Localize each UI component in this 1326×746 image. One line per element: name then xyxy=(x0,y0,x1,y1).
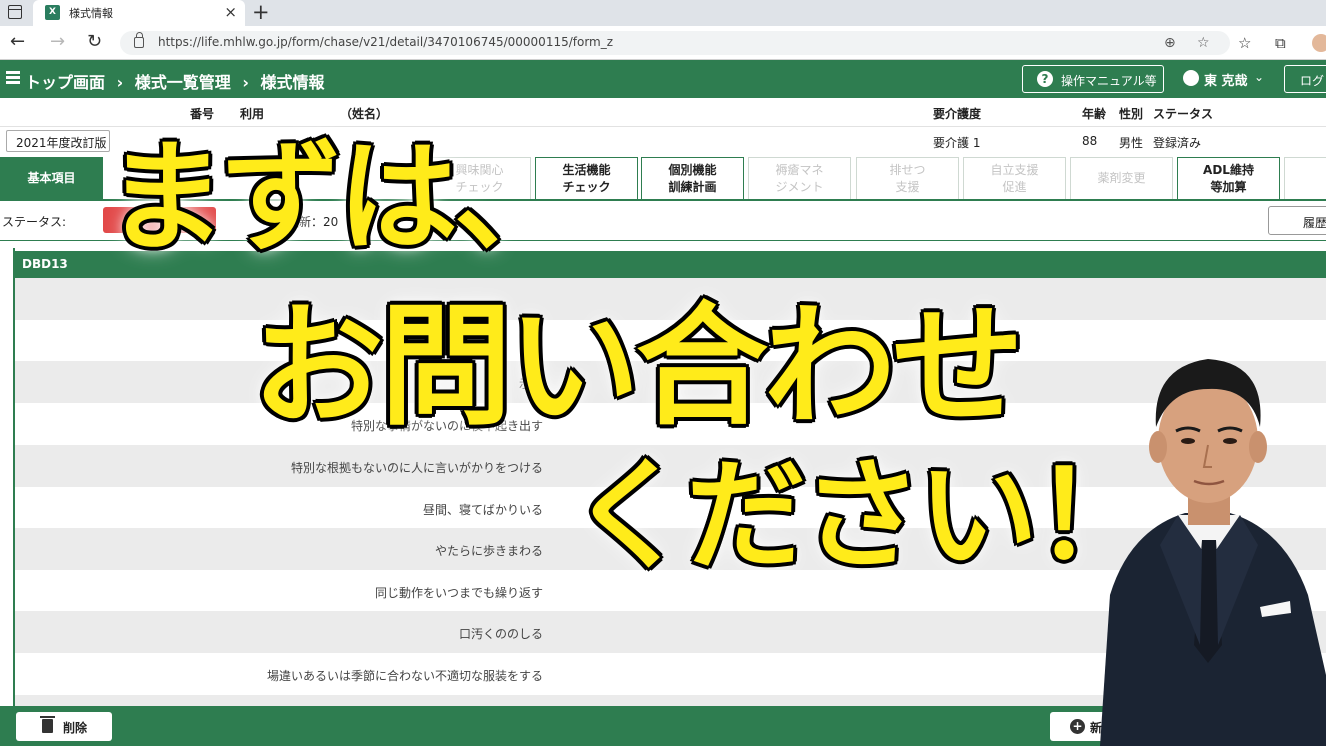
sex-label: 性別 xyxy=(1119,107,1144,121)
breadcrumb-separator-icon: › xyxy=(116,73,124,92)
status-label-header: ステータス xyxy=(1153,107,1214,121)
help-icon: ? xyxy=(1037,71,1053,87)
user-avatar-icon[interactable] xyxy=(1183,70,1199,86)
overlay-text-line-1: まずは、 xyxy=(106,129,574,268)
address-bar: ← → ↻ https://life.mhlw.go.jp/form/chase… xyxy=(0,26,1326,60)
status-value: 登録済み xyxy=(1153,136,1202,150)
tab-title: 様式情報 xyxy=(69,7,113,20)
back-icon[interactable]: ← xyxy=(10,32,25,52)
tab-independence[interactable]: 自立支援 促進 xyxy=(963,157,1066,199)
care-level-label: 要介護度 xyxy=(933,107,982,121)
delete-button-label: 削除 xyxy=(63,721,88,735)
care-level-value: 要介護 1 xyxy=(933,136,981,150)
delete-button[interactable]: 削除 xyxy=(16,712,112,741)
forward-icon[interactable]: → xyxy=(50,32,65,52)
tab-pressure-ulcer[interactable]: 褥瘡マネ ジメント xyxy=(748,157,851,199)
zoom-icon[interactable]: ⊕ xyxy=(1164,33,1176,53)
age-label: 年齢 xyxy=(1082,107,1107,121)
window-icon[interactable] xyxy=(8,5,22,19)
tab-excretion[interactable]: 排せつ 支援 xyxy=(856,157,959,199)
excel-favicon-icon: X xyxy=(45,5,60,20)
new-tab-icon[interactable]: + xyxy=(252,0,270,24)
plus-circle-icon: + xyxy=(1070,719,1085,734)
presenter-photo xyxy=(1100,359,1326,746)
tab-basic[interactable]: 基本項目 xyxy=(0,157,103,199)
breadcrumb-top[interactable]: トップ画面 xyxy=(25,73,105,92)
row-label: 口汚くののしる xyxy=(458,627,543,641)
logout-button[interactable]: ログ xyxy=(1284,65,1326,93)
sex-value: 男性 xyxy=(1119,136,1144,150)
url-text[interactable]: https://life.mhlw.go.jp/form/chase/v21/d… xyxy=(158,35,613,49)
manual-button-label: 操作マニュアル等 xyxy=(1061,74,1157,88)
row-label: 特別な根拠もないのに人に言いがかりをつける xyxy=(290,461,543,475)
row-label: 場違いあるいは季節に合わない不適切な服装をする xyxy=(266,669,543,683)
lock-icon[interactable] xyxy=(134,32,144,48)
collections-icon[interactable]: ⧉ xyxy=(1275,33,1286,53)
trash-icon xyxy=(40,716,55,733)
tab-medication-change[interactable]: 薬剤変更 xyxy=(1070,157,1173,199)
close-icon[interactable]: × xyxy=(224,3,237,21)
history-button[interactable]: 履歴 xyxy=(1268,206,1326,235)
url-input[interactable]: https://life.mhlw.go.jp/form/chase/v21/d… xyxy=(120,31,1230,55)
tab-other[interactable]: そ xyxy=(1284,157,1326,199)
browser-tab[interactable]: X 様式情報 × xyxy=(33,0,245,26)
breadcrumb-form-list[interactable]: 様式一覧管理 xyxy=(135,73,231,92)
favorite-add-icon[interactable]: ☆ xyxy=(1197,33,1210,53)
reload-icon[interactable]: ↻ xyxy=(87,32,102,52)
overlay-text-line-3: ください！ xyxy=(570,447,1154,586)
browser-tab-strip: X 様式情報 × + xyxy=(0,0,1326,26)
tab-adl[interactable]: ADL維持 等加算 xyxy=(1177,157,1280,199)
hamburger-menu-icon[interactable] xyxy=(6,71,20,84)
manual-button[interactable]: ? 操作マニュアル等 xyxy=(1022,65,1164,93)
row-label: やたらに歩きまわる xyxy=(434,544,543,558)
version-select[interactable]: 2021年度改訂版 xyxy=(6,130,110,152)
profile-icon[interactable] xyxy=(1312,34,1326,52)
chevron-down-icon[interactable]: ⌄ xyxy=(1254,70,1264,84)
favorites-icon[interactable]: ☆ xyxy=(1238,33,1251,53)
breadcrumb-separator-icon: › xyxy=(242,73,249,92)
status-label: ステータス: xyxy=(2,215,67,229)
age-value: 88 xyxy=(1082,134,1098,148)
row-label: 同じ動作をいつまでも繰り返す xyxy=(374,586,543,600)
row-label: 昼間、寝てばかりいる xyxy=(422,503,543,517)
user-name[interactable]: 東 克哉 xyxy=(1204,70,1248,89)
app-header: トップ画面 › 様式一覧管理 › 様式情報 ? 操作マニュアル等 東 克哉 ⌄ … xyxy=(0,60,1326,98)
tab-individual-training[interactable]: 個別機能 訓練計画 xyxy=(641,157,744,199)
breadcrumb-form-info: 様式情報 xyxy=(260,73,325,92)
breadcrumb: トップ画面 › 様式一覧管理 › 様式情報 xyxy=(25,69,325,93)
